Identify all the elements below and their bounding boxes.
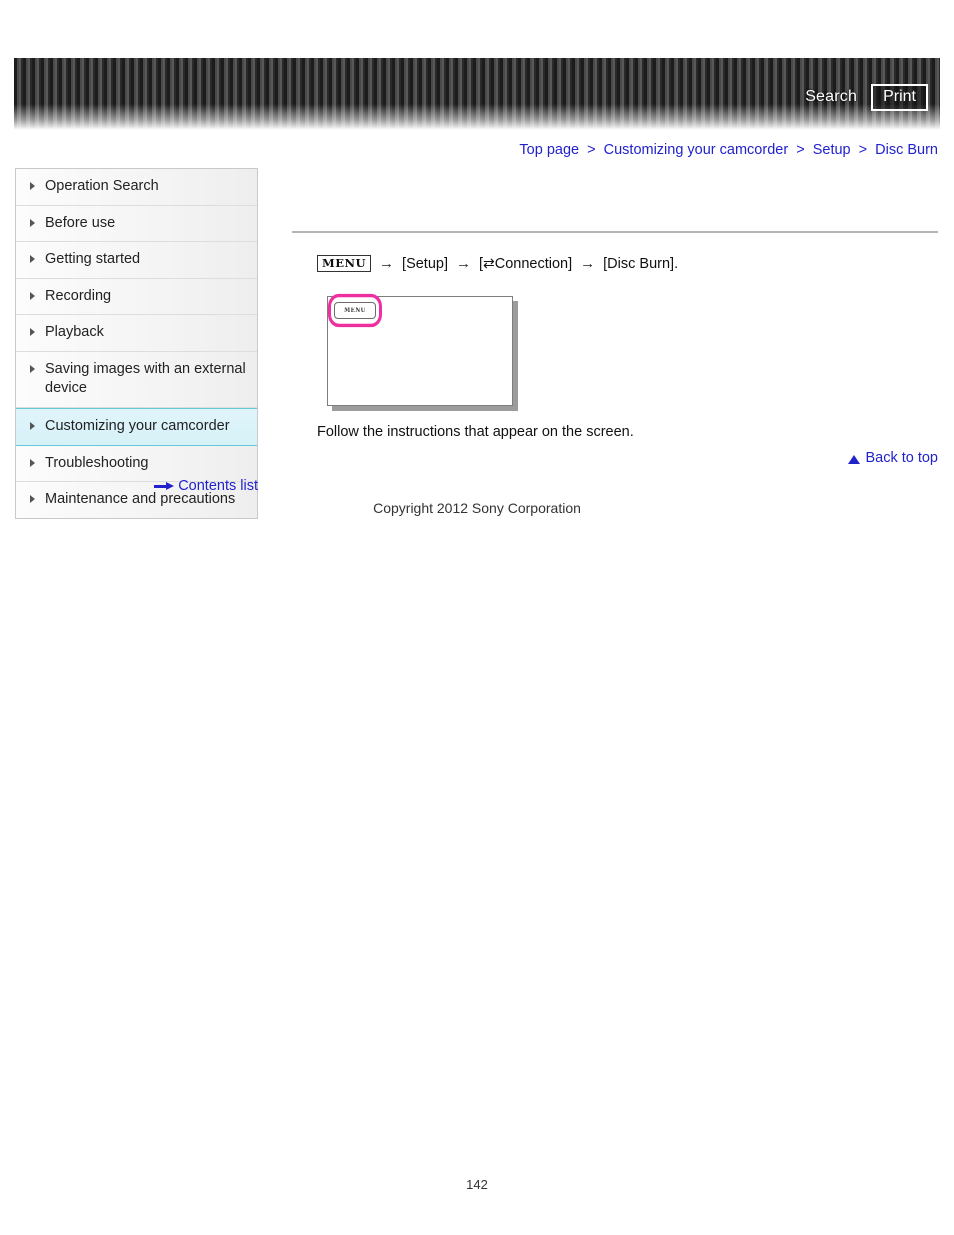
sidebar-item-label: Customizing your camcorder xyxy=(45,417,230,434)
header-stripe-pattern xyxy=(14,58,940,130)
copyright-text: Copyright 2012 Sony Corporation xyxy=(373,500,581,516)
illustration-menu-button: MENU xyxy=(328,293,382,328)
triangle-bullet-icon xyxy=(30,182,35,190)
back-to-top-link[interactable]: Back to top xyxy=(848,450,938,466)
search-link[interactable]: Search xyxy=(805,88,857,106)
right-arrow-icon: → xyxy=(379,255,395,273)
connection-icon: ⇄ xyxy=(483,255,495,272)
illustration-menu-button-label: MENU xyxy=(344,307,366,314)
sidebar-item-recording[interactable]: Recording xyxy=(16,278,257,316)
sidebar: Operation Search Before use Getting star… xyxy=(15,168,258,519)
page-number: 142 xyxy=(466,1177,488,1192)
instruction-text: Follow the instructions that appear on t… xyxy=(317,424,634,440)
breadcrumb-separator: > xyxy=(796,142,805,158)
sidebar-item-saving-images-with-an-external-device[interactable]: Saving images with an external device xyxy=(16,351,257,408)
menu-path-step-connection-label: Connection] xyxy=(494,255,573,272)
breadcrumb-item-customizing-your-camcorder[interactable]: Customizing your camcorder xyxy=(604,142,789,158)
menu-path: MENU → [Setup] → [ ⇄ Connection] → [Disc… xyxy=(317,255,679,273)
sidebar-item-operation-search[interactable]: Operation Search xyxy=(16,169,257,206)
triangle-bullet-icon xyxy=(30,218,35,227)
triangle-bullet-icon xyxy=(30,364,35,373)
triangle-bullet-icon xyxy=(30,255,35,264)
sidebar-item-label: Recording xyxy=(45,287,112,304)
content-divider xyxy=(292,231,938,233)
menu-button-icon: MENU xyxy=(317,255,372,273)
sidebar-item-label: Troubleshooting xyxy=(45,454,149,471)
breadcrumb-separator: > xyxy=(858,142,868,158)
right-arrow-icon: → xyxy=(580,255,596,273)
header-banner: Search Print xyxy=(14,58,940,130)
screen-illustration: MENU xyxy=(327,293,513,406)
sidebar-item-playback[interactable]: Playback xyxy=(16,315,257,352)
sidebar-item-before-use[interactable]: Before use xyxy=(16,205,257,243)
right-arrow-icon: → xyxy=(456,255,471,273)
triangle-bullet-icon xyxy=(30,291,35,300)
triangle-up-icon xyxy=(848,454,861,464)
breadcrumb-item-top-page[interactable]: Top page xyxy=(519,142,579,158)
triangle-bullet-icon xyxy=(30,458,35,467)
sidebar-item-label: Getting started xyxy=(45,251,141,268)
sidebar-item-getting-started[interactable]: Getting started xyxy=(16,242,257,279)
right-arrow-icon xyxy=(154,481,175,491)
breadcrumb-separator: > xyxy=(587,142,596,158)
breadcrumb-item-setup[interactable]: Setup xyxy=(813,142,851,158)
sidebar-item-label: Operation Search xyxy=(45,178,159,194)
contents-list-link[interactable]: Contents list xyxy=(178,478,258,494)
contents-list-row: Contents list xyxy=(15,478,258,494)
sidebar-item-label: Before use xyxy=(45,214,116,231)
header-actions: Search Print xyxy=(805,84,928,111)
sidebar-item-troubleshooting[interactable]: Troubleshooting xyxy=(16,445,257,483)
triangle-bullet-icon xyxy=(30,421,35,430)
sidebar-item-label: Playback xyxy=(45,324,104,341)
back-to-top-label: Back to top xyxy=(865,450,938,466)
sidebar-item-label: Saving images with an external device xyxy=(45,360,246,397)
print-button[interactable]: Print xyxy=(871,84,928,111)
breadcrumb: Top page > Customizing your camcorder > … xyxy=(519,142,938,158)
sidebar-item-customizing-your-camcorder[interactable]: Customizing your camcorder xyxy=(16,407,257,446)
breadcrumb-item-disc-burn[interactable]: Disc Burn xyxy=(875,142,938,158)
menu-path-step-disc-burn: [Disc Burn]. xyxy=(603,255,679,272)
triangle-bullet-icon xyxy=(30,328,35,337)
menu-path-step-setup: [Setup] xyxy=(402,255,448,272)
